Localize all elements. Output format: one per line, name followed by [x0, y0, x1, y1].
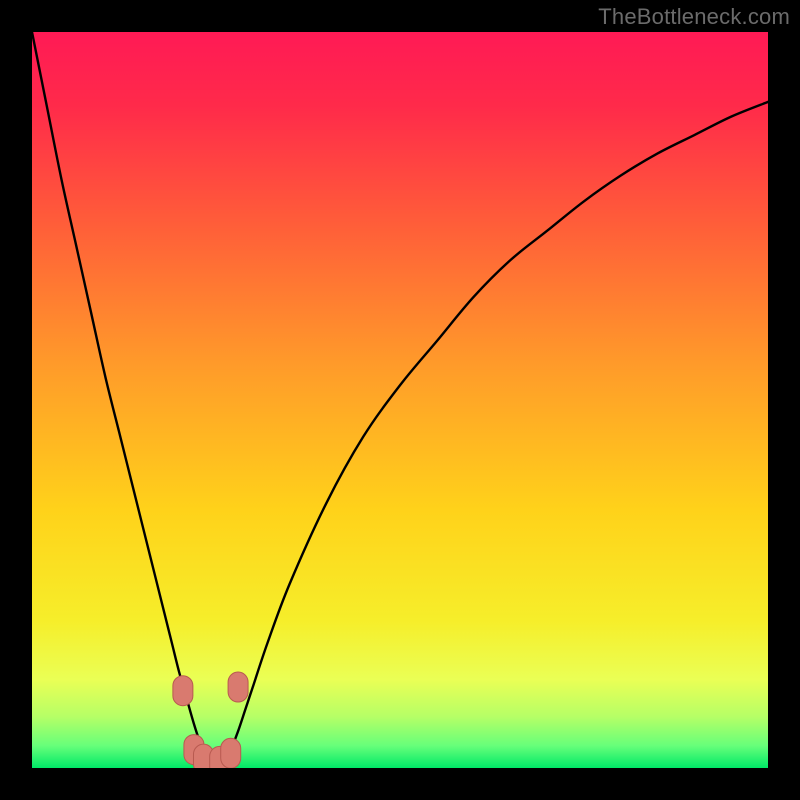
- gradient-background: [32, 32, 768, 768]
- chart-frame: TheBottleneck.com: [0, 0, 800, 800]
- watermark-text: TheBottleneck.com: [598, 4, 790, 30]
- plot-svg: [32, 32, 768, 768]
- curve-marker: [221, 738, 241, 768]
- plot-area: [32, 32, 768, 768]
- curve-marker: [228, 672, 248, 702]
- curve-marker: [173, 676, 193, 706]
